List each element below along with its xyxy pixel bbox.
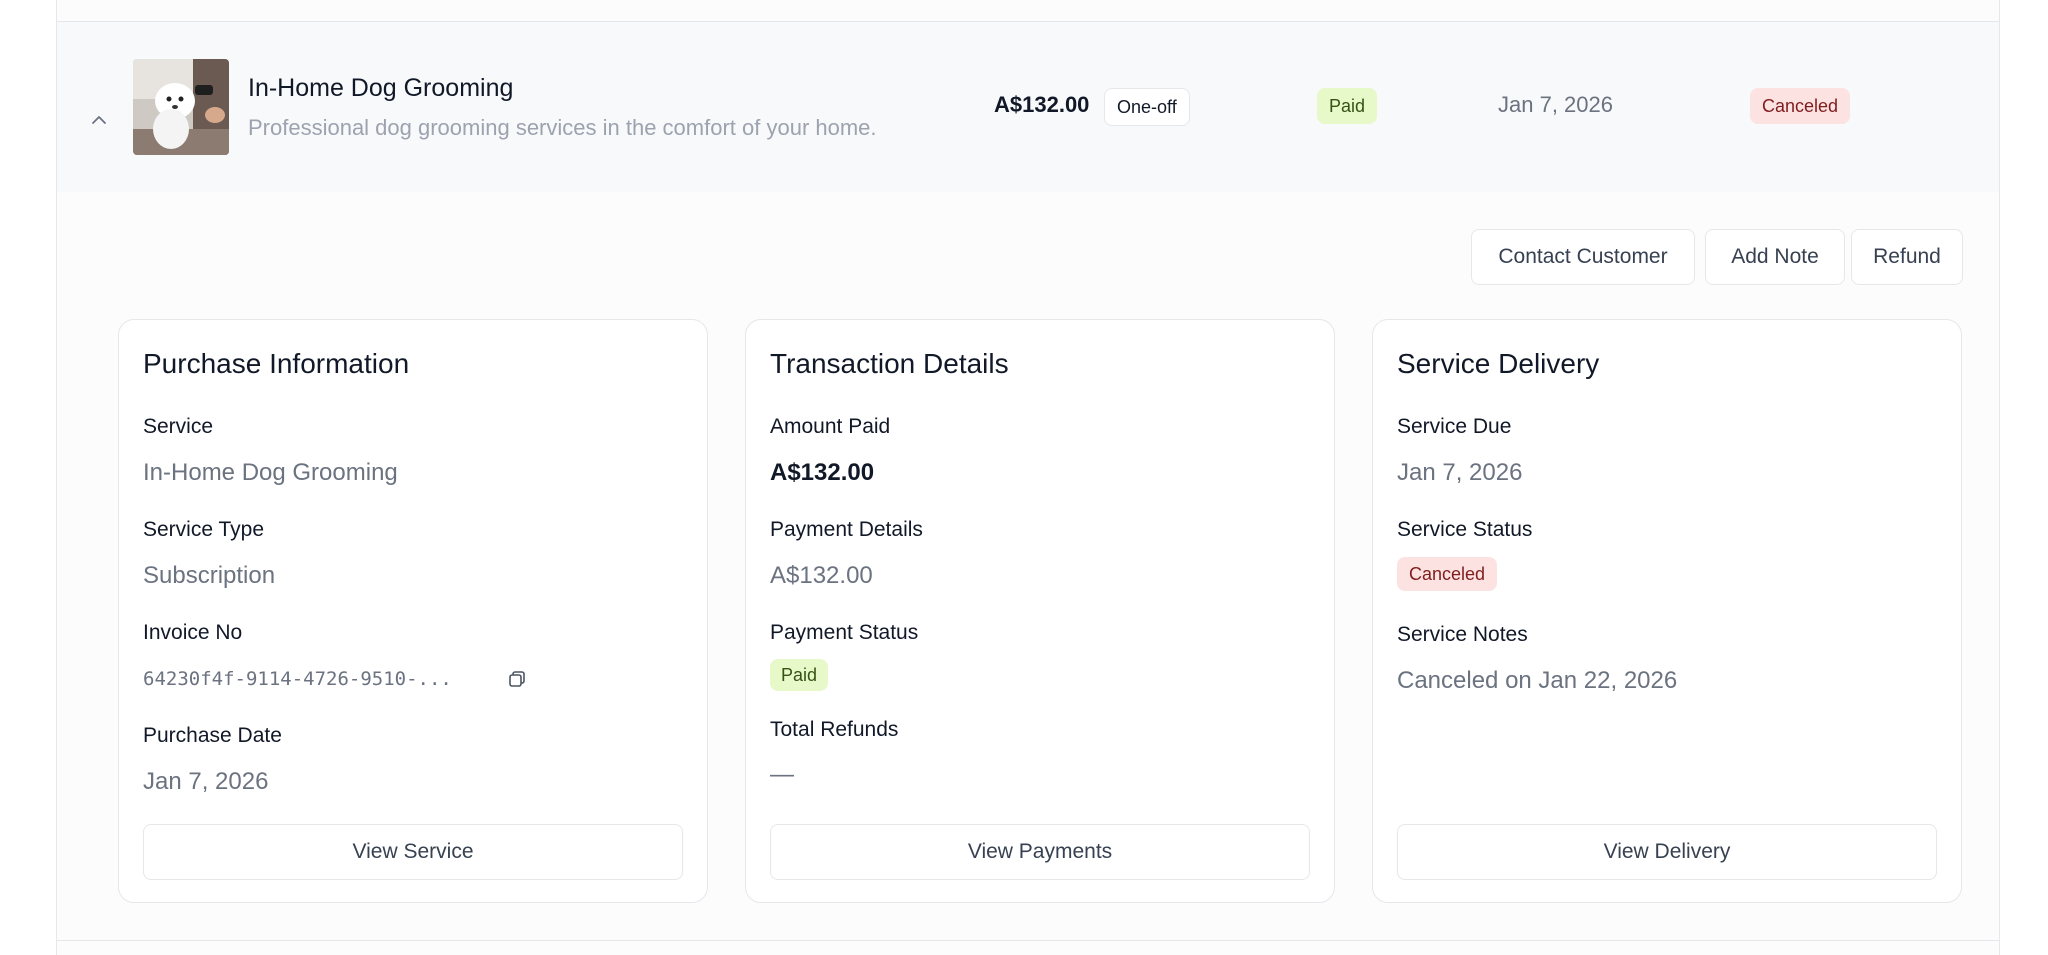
view-delivery-button[interactable]: View Delivery bbox=[1397, 824, 1937, 880]
purchase-date-label: Purchase Date bbox=[143, 724, 282, 747]
amount-paid-label: Amount Paid bbox=[770, 415, 891, 438]
view-service-button[interactable]: View Service bbox=[143, 824, 683, 880]
add-note-button[interactable]: Add Note bbox=[1705, 229, 1845, 285]
order-frame: In-Home Dog Grooming Professional dog gr… bbox=[56, 0, 2000, 955]
row-price: A$132.00 bbox=[994, 92, 1090, 117]
refund-button[interactable]: Refund bbox=[1851, 229, 1963, 285]
service-status-label: Service Status bbox=[1397, 518, 1533, 541]
service-thumbnail bbox=[133, 59, 229, 155]
row-date: Jan 7, 2026 bbox=[1498, 92, 1613, 117]
payment-status-label: Payment Status bbox=[770, 621, 919, 644]
copy-icon[interactable] bbox=[508, 670, 526, 693]
view-payments-button[interactable]: View Payments bbox=[770, 824, 1310, 880]
order-row[interactable]: In-Home Dog Grooming Professional dog gr… bbox=[57, 22, 1999, 192]
payment-status-badge: Paid bbox=[1317, 88, 1378, 124]
service-due-label: Service Due bbox=[1397, 415, 1512, 438]
amount-paid-value: A$132.00 bbox=[770, 459, 875, 486]
purchase-date-value: Jan 7, 2026 bbox=[143, 768, 269, 795]
purchase-information-card: Purchase Information Service In-Home Dog… bbox=[118, 319, 708, 903]
service-delivery-card: Service Delivery Service Due Jan 7, 2026… bbox=[1372, 319, 1962, 903]
service-subtitle: Professional dog grooming services in th… bbox=[248, 115, 877, 140]
card-heading: Service Delivery bbox=[1397, 348, 1600, 379]
service-notes-value: Canceled on Jan 22, 2026 bbox=[1397, 667, 1678, 694]
chevron-up-icon[interactable] bbox=[87, 108, 111, 132]
bottom-divider bbox=[57, 940, 1999, 941]
total-refunds-value: — bbox=[770, 761, 794, 788]
payment-details-label: Payment Details bbox=[770, 518, 923, 541]
service-notes-label: Service Notes bbox=[1397, 623, 1528, 646]
contact-customer-button[interactable]: Contact Customer bbox=[1471, 229, 1695, 285]
service-title: In-Home Dog Grooming bbox=[248, 74, 514, 102]
type-badge: One-off bbox=[1104, 88, 1190, 126]
invoice-label: Invoice No bbox=[143, 621, 243, 644]
service-due-value: Jan 7, 2026 bbox=[1397, 459, 1523, 486]
service-value: In-Home Dog Grooming bbox=[143, 459, 398, 486]
service-type-value: Subscription bbox=[143, 562, 276, 589]
service-status-badge: Canceled bbox=[1397, 557, 1498, 591]
payment-details-value: A$132.00 bbox=[770, 562, 873, 589]
service-type-label: Service Type bbox=[143, 518, 265, 541]
invoice-value: 64230f4f-9114-4726-9510-... bbox=[143, 668, 452, 690]
transaction-details-card: Transaction Details Amount Paid A$132.00… bbox=[745, 319, 1335, 903]
payment-status-badge: Paid bbox=[770, 659, 829, 691]
order-status-badge: Canceled bbox=[1750, 88, 1851, 124]
service-label: Service bbox=[143, 415, 214, 438]
card-heading: Transaction Details bbox=[770, 348, 1009, 379]
card-heading: Purchase Information bbox=[143, 348, 410, 379]
total-refunds-label: Total Refunds bbox=[770, 718, 899, 741]
